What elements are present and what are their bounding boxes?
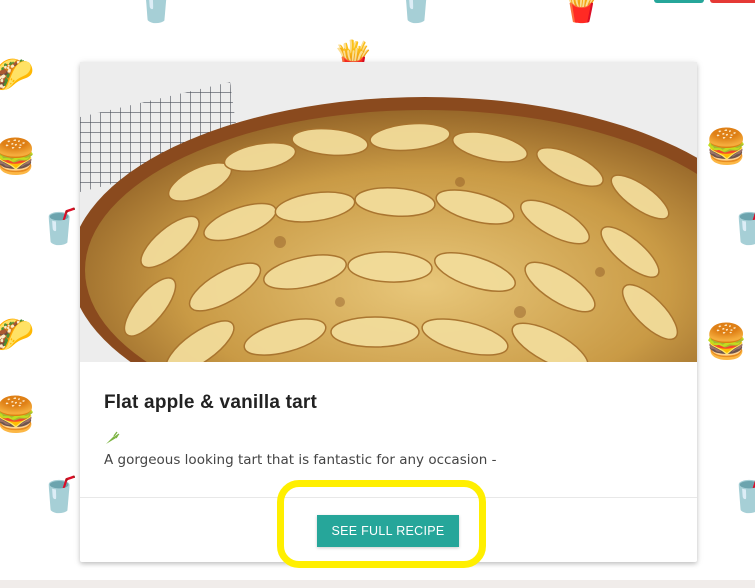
recipe-description: A gorgeous looking tart that is fantasti… [104, 452, 497, 468]
drink-cup-icon: 🥤 [728, 475, 755, 515]
fries-icon: 🍟 [560, 0, 603, 25]
bottom-strip [0, 580, 755, 588]
carrot-icon [106, 431, 120, 444]
taco-icon: 🌮 [0, 55, 35, 95]
burger-icon: 🍔 [0, 137, 37, 177]
top-red-button[interactable] [710, 0, 755, 3]
burger-icon: 🍔 [705, 127, 748, 167]
drink-cup-icon: 🥤 [38, 475, 81, 515]
recipe-card: Flat apple & vanilla tart A gorgeous loo… [80, 62, 697, 568]
drink-cup-icon: 🥤 [38, 207, 81, 247]
burger-icon: 🍔 [0, 395, 37, 435]
burger-icon: 🍔 [705, 322, 748, 362]
see-full-recipe-button[interactable]: SEE FULL RECIPE [317, 515, 459, 547]
drink-cup-icon: 🥤 [728, 207, 755, 247]
drink-cup-icon: 🥤 [135, 0, 178, 25]
top-teal-button[interactable] [654, 0, 704, 3]
page: 🌮 🍔 🥤 🌮 🍔 🥤 🥤 🍟 🥤 🍔 🥤 🍔 🥤 🍟 Flat apple &… [0, 0, 755, 588]
taco-icon: 🌮 [0, 315, 35, 355]
drink-cup-icon: 🥤 [395, 0, 438, 25]
recipe-image [80, 62, 697, 362]
recipe-title: Flat apple & vanilla tart [104, 392, 317, 413]
